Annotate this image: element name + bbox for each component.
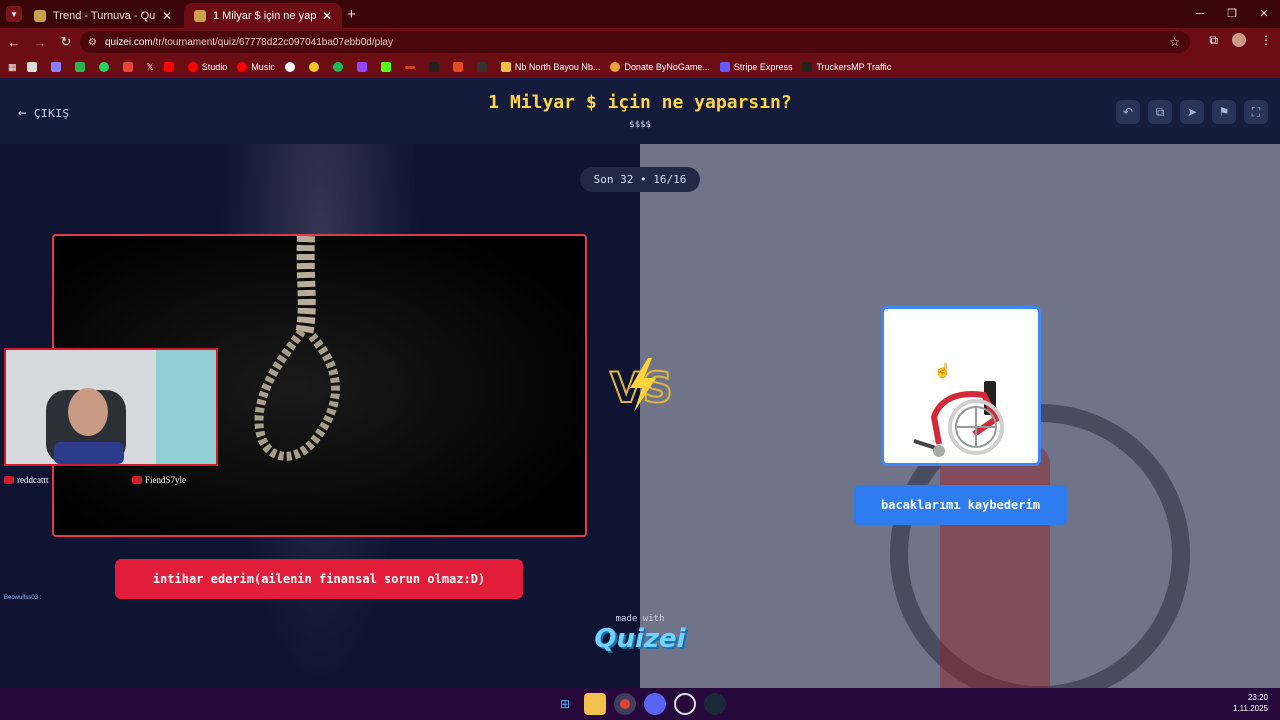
windows-start-icon[interactable]: ⊞ (554, 693, 576, 715)
close-tab-icon[interactable]: ✕ (322, 9, 332, 23)
toolbar-right: ⧉ ⋮ (1209, 33, 1272, 48)
right-option-image[interactable] (881, 306, 1041, 466)
extensions-icon[interactable]: ⧉ (1209, 33, 1218, 48)
fullscreen-icon[interactable]: ⛶ (1244, 100, 1268, 124)
kick-icon[interactable] (380, 62, 395, 72)
bookmark-icon[interactable] (332, 62, 347, 72)
bookmarks-bar: ▦ 𝕏 Studio Music Nb North Bayou Nb... Do… (0, 56, 1280, 78)
bookmark-label: Studio (201, 62, 228, 72)
bookmark-icon[interactable] (308, 62, 323, 72)
bookmark-northbayou[interactable]: Nb North Bayou Nb... (500, 62, 601, 72)
username-1: reddcattt (4, 470, 48, 490)
quiz-header: ← ÇIKIŞ 1 Milyar $ için ne yaparsın? $$$… (0, 78, 1280, 144)
share-icon[interactable]: ⧉ (1148, 100, 1172, 124)
address-toolbar: ← → ↻ ⚙ quizei.com /tr/tournament/quiz/6… (0, 28, 1280, 56)
close-window-icon[interactable]: ✕ (1248, 0, 1280, 28)
quiz-subtitle: $$$$ (629, 120, 651, 130)
new-tab-icon[interactable]: + (347, 6, 356, 23)
tab-search-icon[interactable]: ▾ (6, 6, 22, 22)
youtube-icon (131, 476, 142, 484)
quizei-logo[interactable]: Quizei (590, 624, 690, 654)
vs-lightning-icon: VS (609, 358, 674, 413)
made-with-text: made with (615, 614, 665, 624)
bookmark-icon[interactable] (452, 62, 467, 72)
file-explorer-icon[interactable] (584, 693, 606, 715)
chrome-icon[interactable] (614, 693, 636, 715)
quizei-favicon-icon (34, 9, 46, 22)
bookmark-icon[interactable] (476, 62, 491, 72)
left-option-label[interactable]: intihar ederim(ailenin finansal sorun ol… (115, 559, 523, 599)
tab-title: Trend - Turnuva - Quizei (53, 9, 156, 22)
bookmark-stripe[interactable]: Stripe Express (719, 62, 793, 72)
site-info-icon[interactable]: ⚙ (88, 37, 97, 48)
browser-tab-2[interactable]: 1 Milyar $ için ne yaparsın? - Q ✕ (184, 3, 342, 28)
url-domain: quizei.com (104, 36, 153, 48)
username-text: FiendS7yle (144, 475, 186, 485)
obs-icon[interactable] (674, 693, 696, 715)
twitch-icon[interactable] (356, 62, 371, 72)
bookmark-icon[interactable] (428, 62, 443, 72)
x-icon[interactable]: 𝕏 (147, 62, 154, 73)
youtube-icon (4, 476, 14, 484)
bookmark-truckersmp[interactable]: TruckersMP Traffic (802, 62, 891, 72)
restore-icon[interactable]: ❐ (1216, 0, 1248, 28)
whatsapp-icon[interactable] (98, 62, 113, 72)
bookmark-music[interactable]: Music (237, 62, 275, 72)
flag-icon[interactable]: ⚑ (1212, 100, 1236, 124)
bookmark-icon[interactable] (26, 62, 41, 72)
apps-icon[interactable]: ▦ (8, 62, 17, 73)
username-2: FiendS7yle (131, 470, 186, 490)
bookmark-label: Nb North Bayou Nb... (514, 62, 601, 72)
youtube-icon[interactable] (163, 62, 178, 72)
webcam-overlay (4, 348, 218, 466)
os-taskbar: ⊞ (0, 688, 1280, 720)
quizei-favicon-icon (194, 9, 206, 22)
window-controls: ─ ❐ ✕ (1184, 0, 1280, 28)
bookmark-label: Stripe Express (733, 62, 793, 72)
system-clock[interactable]: 23:20 1.11.2025 (1233, 692, 1268, 714)
streamer-video (6, 350, 216, 464)
url-bar[interactable]: ⚙ quizei.com /tr/tournament/quiz/67778d2… (80, 31, 1190, 53)
close-tab-icon[interactable]: ✕ (162, 9, 172, 23)
chat-message: Beowulfss03 : (4, 595, 42, 601)
round-counter: Son 32 • 16/16 (580, 167, 700, 192)
bookmark-label: TruckersMP Traffic (816, 62, 892, 72)
profile-avatar[interactable] (1232, 33, 1246, 47)
background-frame (940, 444, 1050, 688)
url-path: /tr/tournament/quiz/67778d22c097041ba07e… (152, 36, 393, 48)
browser-tab-1[interactable]: Trend - Turnuva - Quizei ✕ (24, 3, 182, 28)
bookmark-icon[interactable] (284, 62, 299, 72)
steam-icon[interactable] (704, 693, 726, 715)
right-option-label[interactable]: bacaklarımı kaybederim (854, 485, 1067, 525)
webcam-usernames: reddcattt FiendS7yle (4, 470, 218, 490)
header-actions: ↶ ⧉ ➤ ⚑ ⛶ (1116, 100, 1268, 124)
bookmark-icon[interactable] (404, 65, 419, 69)
bookmark-icon[interactable] (74, 62, 89, 72)
clock-date: 1.11.2025 (1233, 704, 1268, 713)
send-icon[interactable]: ➤ (1180, 100, 1204, 124)
bookmark-label: Donate ByNoGame... (624, 62, 710, 72)
undo-icon[interactable]: ↶ (1116, 100, 1140, 124)
username-text: reddcattt (17, 475, 49, 485)
hand-cursor-icon: ☝ (934, 362, 952, 378)
bookmark-star-icon[interactable]: ☆ (1169, 35, 1180, 49)
bookmark-bynogame[interactable]: Donate ByNoGame... (610, 62, 710, 72)
forward-icon[interactable]: → (28, 35, 52, 50)
reload-icon[interactable]: ↻ (54, 34, 78, 50)
minimize-icon[interactable]: ─ (1184, 0, 1216, 28)
discord-icon[interactable] (644, 693, 666, 715)
clock-time: 23:20 (1247, 693, 1268, 702)
quiz-title: 1 Milyar $ için ne yaparsın? (488, 92, 792, 113)
browser-tab-bar: ▾ Trend - Turnuva - Quizei ✕ 1 Milyar $ … (0, 0, 1280, 28)
menu-icon[interactable]: ⋮ (1260, 33, 1272, 48)
tab-title: 1 Milyar $ için ne yaparsın? - Q (213, 9, 316, 22)
wheelchair-icon (913, 381, 1004, 457)
gmail-icon[interactable] (122, 62, 137, 72)
bookmark-icon[interactable] (50, 62, 65, 72)
bookmark-label: Music (251, 62, 275, 72)
back-icon[interactable]: ← (2, 35, 26, 50)
bookmark-studio[interactable]: Studio (187, 62, 228, 72)
